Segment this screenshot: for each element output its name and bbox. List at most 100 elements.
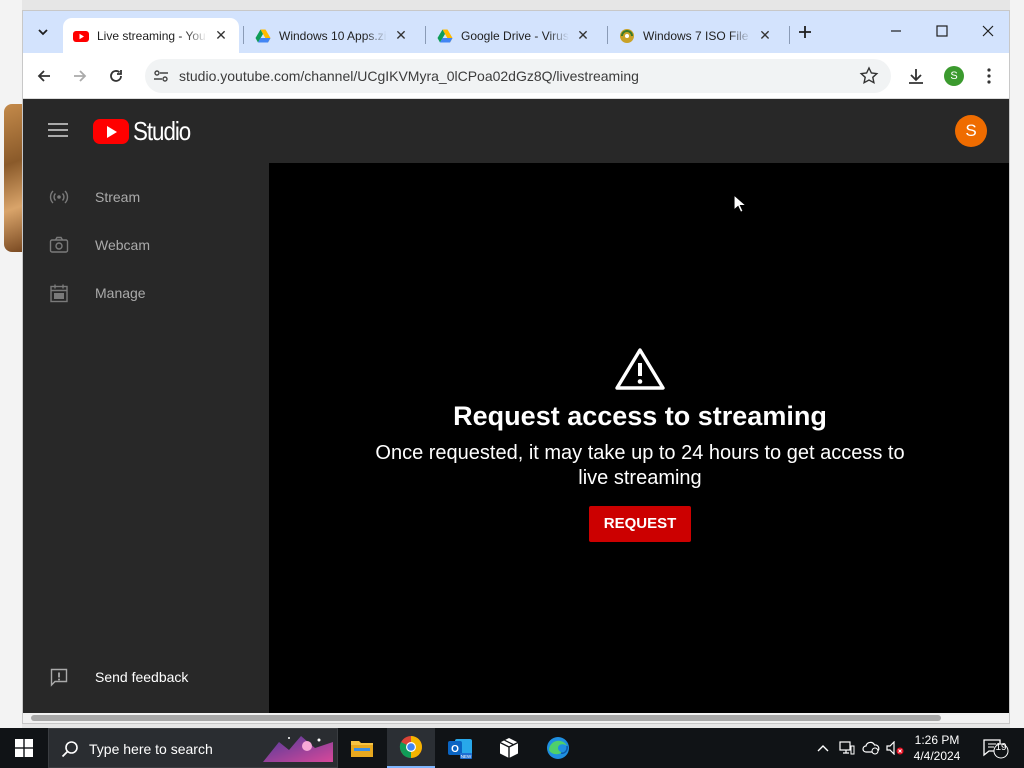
account-avatar[interactable]: S (955, 115, 987, 147)
desktop-right-edge (1010, 0, 1024, 728)
maximize-button[interactable] (919, 11, 965, 51)
folder-icon (351, 741, 373, 757)
horizontal-scrollbar[interactable] (23, 713, 1009, 723)
tray-volume[interactable] (884, 728, 906, 768)
tab-separator (789, 26, 790, 44)
youtube-favicon-icon (73, 30, 89, 42)
youtube-logo-icon[interactable] (93, 119, 129, 144)
stream-broadcast-icon (49, 190, 69, 204)
volume-muted-icon (886, 741, 904, 755)
taskbar-clock[interactable]: 1:26 PM 4/4/2024 (905, 732, 969, 764)
tab-separator (243, 26, 244, 44)
tab-windows10-apps[interactable]: Windows 10 Apps.zip - Google Drive ✕ (245, 18, 419, 53)
close-window-button[interactable] (965, 11, 1009, 51)
studio-header: Studio S (23, 99, 1009, 163)
sidebar-item-label: Stream (95, 189, 141, 205)
notification-count-badge: 19 (995, 742, 1007, 753)
tab-close-icon[interactable]: ✕ (393, 27, 409, 44)
browser-toolbar: studio.youtube.com/channel/UCgIKVMyra_0l… (23, 53, 1009, 99)
tab-search-button[interactable] (31, 20, 55, 44)
tab-live-streaming[interactable]: Live streaming - YouTube Studio ✕ (63, 18, 239, 53)
svg-text:NEW: NEW (461, 754, 472, 759)
reload-button[interactable] (101, 61, 131, 91)
clock-date: 4/4/2024 (913, 749, 961, 763)
sidebar-item-label: Webcam (95, 237, 150, 253)
feedback-icon (50, 668, 68, 687)
package-box-icon (499, 738, 519, 758)
tab-close-icon[interactable]: ✕ (213, 27, 229, 44)
bookmark-star-icon[interactable] (859, 66, 879, 86)
taskbar-file-explorer[interactable] (338, 728, 386, 768)
chevron-down-icon (38, 29, 48, 36)
minimize-icon (891, 30, 901, 32)
warning-triangle-icon (615, 348, 665, 390)
windows-taskbar: Type here to search O NEW 1:26 PM 4/4/202… (0, 728, 1024, 768)
sidebar-item-manage[interactable]: Manage (23, 269, 269, 317)
tab-title: Windows 10 Apps.zip - Google Drive (279, 28, 387, 43)
arrow-left-icon (37, 70, 50, 82)
address-bar[interactable]: studio.youtube.com/channel/UCgIKVMyra_0l… (145, 59, 891, 93)
edge-logo-icon (547, 737, 569, 759)
action-center-button[interactable]: 19 (978, 728, 1012, 768)
forward-button[interactable] (65, 61, 95, 91)
main-content: Request access to streaming Once request… (269, 163, 1009, 723)
tab-google-drive-virus[interactable]: Google Drive - Virus scan warning ✕ (427, 18, 601, 53)
tab-separator (607, 26, 608, 44)
windows-iso-favicon-icon (620, 28, 634, 43)
request-button[interactable]: REQUEST (589, 506, 691, 542)
google-drive-favicon-icon (255, 29, 271, 42)
scrollbar-thumb[interactable] (31, 715, 941, 721)
mouse-pointer-icon (733, 194, 747, 213)
webcam-camera-icon (49, 236, 69, 253)
tray-network[interactable] (836, 728, 858, 768)
maximize-icon (936, 25, 948, 37)
tab-separator (425, 26, 426, 44)
tab-close-icon[interactable]: ✕ (757, 27, 773, 44)
clock-time: 1:26 PM (914, 733, 960, 747)
outlook-icon: ONEW (448, 739, 472, 759)
taskbar-chrome[interactable] (387, 728, 435, 768)
google-drive-favicon-icon (437, 29, 453, 42)
tab-title: Windows 7 ISO File Download (643, 28, 751, 43)
new-tab-button[interactable] (793, 22, 817, 46)
request-access-title: Request access to streaming (453, 401, 827, 431)
tab-windows7-iso[interactable]: Windows 7 ISO File Download ✕ (609, 18, 783, 53)
taskbar-search-box[interactable]: Type here to search (48, 728, 338, 768)
tab-bar: Live streaming - YouTube Studio ✕ Window… (23, 11, 1009, 53)
chrome-logo-icon (399, 736, 422, 758)
studio-logo-text[interactable]: Studio (133, 116, 191, 147)
network-icon (839, 741, 855, 755)
sidebar-item-webcam[interactable]: Webcam (23, 221, 269, 269)
site-settings-icon[interactable] (153, 68, 169, 84)
cloud-sync-icon (862, 741, 880, 755)
sidebar-item-label: Manage (95, 285, 146, 301)
taskbar-edge[interactable] (534, 728, 582, 768)
hamburger-menu-icon[interactable] (48, 123, 68, 137)
request-access-subtitle: Once requested, it may take up to 24 hou… (375, 442, 905, 489)
browser-profile-avatar[interactable]: S (944, 66, 964, 86)
send-feedback-item[interactable]: Send feedback (23, 653, 269, 701)
back-button[interactable] (29, 61, 59, 91)
send-feedback-label: Send feedback (95, 669, 189, 685)
taskbar-outlook[interactable]: O NEW (436, 728, 484, 768)
tab-title: Live streaming - YouTube Studio (97, 28, 207, 43)
show-hidden-icons[interactable] (812, 728, 834, 768)
downloads-button[interactable] (901, 61, 931, 91)
desktop-wallpaper-photo (4, 104, 22, 252)
start-button[interactable] (0, 728, 48, 768)
minimize-button[interactable] (873, 11, 919, 51)
plus-icon (799, 26, 811, 38)
windows-logo-icon (15, 739, 33, 757)
close-icon (982, 25, 994, 37)
search-highlight-art-icon (263, 736, 333, 762)
studio-sidebar: Stream Webcam Manage Send feedback (23, 163, 269, 723)
reload-icon (110, 70, 122, 82)
search-placeholder: Type here to search (89, 741, 213, 757)
tab-title: Google Drive - Virus scan warning (461, 28, 569, 43)
browser-menu-button[interactable] (974, 61, 1004, 91)
arrow-right-icon (74, 70, 87, 82)
tray-onedrive[interactable] (860, 728, 882, 768)
taskbar-3d-box-app[interactable] (485, 728, 533, 768)
sidebar-item-stream[interactable]: Stream (23, 173, 269, 221)
tab-close-icon[interactable]: ✕ (575, 27, 591, 44)
